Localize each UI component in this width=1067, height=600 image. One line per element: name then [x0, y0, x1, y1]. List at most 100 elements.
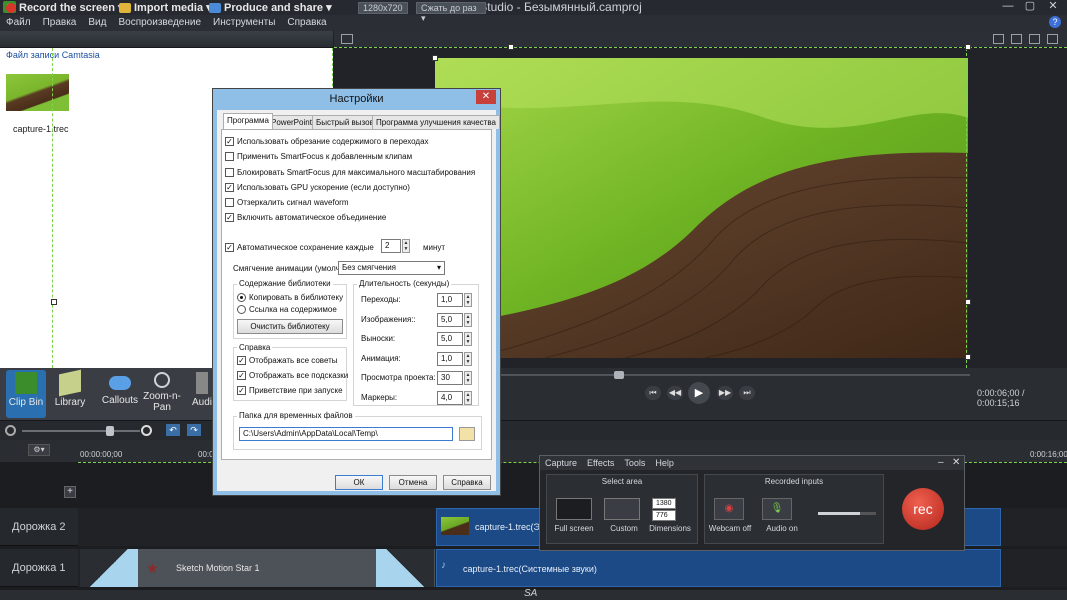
add-track-icon[interactable]: + — [64, 486, 76, 498]
recorder-menu-capture[interactable]: Capture — [540, 456, 582, 470]
checkbox-box[interactable]: ✓ — [225, 243, 234, 253]
resize-handle[interactable] — [51, 299, 57, 305]
duration-input[interactable]: 5,0 — [437, 312, 463, 327]
import-media-button[interactable]: Import media ▾ — [119, 2, 212, 15]
checkbox-show-hints[interactable]: ✓ Отображать все подсказки — [237, 370, 348, 381]
menu-help[interactable]: Справка — [281, 15, 332, 31]
pan-icon[interactable] — [1029, 34, 1040, 44]
tab-audio[interactable]: Audio — [192, 370, 212, 418]
duration-input[interactable]: 5,0 — [437, 332, 463, 346]
menu-view[interactable]: Вид — [82, 15, 112, 31]
help-question-icon[interactable]: ? — [1049, 16, 1061, 28]
duration-spinner[interactable]: ▲ ▼ — [464, 312, 472, 327]
record-button[interactable]: rec — [902, 488, 944, 530]
tab-improvement-program[interactable]: Программа улучшения качества — [372, 115, 500, 129]
next-clip-icon[interactable]: ⏭ — [739, 386, 755, 400]
tab-shortcuts[interactable]: Быстрый вызов — [312, 115, 378, 129]
duration-input[interactable]: 30 — [437, 371, 463, 385]
checkbox-box[interactable] — [225, 152, 234, 162]
checkbox-smartfocus-lock[interactable]: Блокировать SmartFocus для максимального… — [225, 167, 475, 178]
checkbox-gpu[interactable]: ✓ Использовать GPU ускорение (если доступ… — [225, 182, 410, 193]
checkbox-box[interactable]: ✓ — [225, 137, 234, 147]
duration-input[interactable]: 4,0 — [437, 390, 463, 405]
width-input[interactable]: 1380 — [652, 498, 676, 509]
checkbox-box[interactable]: ✓ — [237, 371, 246, 381]
tab-callouts[interactable]: Callouts — [100, 370, 140, 418]
duration-spinner[interactable]: ▲ ▼ — [464, 332, 472, 346]
menu-tools[interactable]: Инструменты — [207, 15, 281, 31]
zoom-slider-thumb[interactable] — [106, 426, 114, 436]
radio-button[interactable] — [237, 305, 246, 315]
zoom-fit-dropdown[interactable]: Сжать до раз ▾ — [416, 2, 486, 23]
scrub-handle[interactable] — [614, 371, 624, 379]
radio-link-content[interactable]: Ссылка на содержимое — [237, 304, 337, 315]
checkbox-box[interactable] — [225, 198, 234, 208]
duration-input[interactable]: 1,0 — [437, 293, 463, 307]
checkbox-autosave[interactable]: ✓ Автоматическое сохранение каждые — [225, 242, 374, 253]
radio-button[interactable] — [237, 293, 246, 303]
menu-edit[interactable]: Правка — [37, 15, 83, 31]
timeline-settings-gear-icon[interactable]: ⚙▾ — [28, 444, 50, 456]
radio-copy-to-library[interactable]: Копировать в библиотеку — [237, 292, 343, 303]
custom-area-icon[interactable] — [604, 498, 640, 520]
produce-share-button[interactable]: Produce and share ▾ — [209, 2, 332, 15]
microphone-icon[interactable]: 🎙 — [762, 498, 792, 520]
duration-spinner[interactable]: ▲ ▼ — [464, 293, 472, 307]
tab-clip-bin[interactable]: Clip Bin — [6, 370, 46, 418]
record-screen-button[interactable]: Record the screen ▾ — [6, 2, 124, 15]
checkbox-auto-join[interactable]: ✓ Включить автоматическое объединение — [225, 212, 386, 223]
duration-spinner[interactable]: ▲ ▼ — [464, 351, 472, 366]
resize-handle[interactable] — [965, 354, 971, 360]
cancel-button[interactable]: Отмена — [389, 475, 437, 490]
previous-clip-icon[interactable]: ⏮ — [645, 386, 661, 400]
recorder-menu-tools[interactable]: Tools — [619, 456, 650, 470]
track-1-audio-clip[interactable]: ♪ capture-1.trec(Системные звуки) — [436, 549, 1001, 587]
webcam-icon[interactable]: ◉ — [714, 498, 744, 520]
autosave-minutes-input[interactable]: 2 — [381, 239, 401, 253]
minimize-button[interactable]: — — [997, 0, 1019, 14]
fullscreen-icon[interactable] — [1047, 34, 1058, 44]
checkbox-box[interactable]: ✓ — [225, 213, 234, 223]
step-back-icon[interactable]: ◀◀ — [667, 386, 683, 400]
checkbox-box[interactable]: ✓ — [237, 356, 246, 366]
clip-thumbnail[interactable] — [6, 74, 69, 111]
zoom-out-icon[interactable] — [5, 425, 16, 436]
redo-icon[interactable]: ↷ — [187, 424, 201, 436]
tab-powerpoint[interactable]: PowerPoint — [267, 115, 316, 129]
tab-library[interactable]: Library — [50, 369, 90, 418]
zoom-slider-track[interactable] — [22, 430, 140, 432]
resize-handle[interactable] — [965, 44, 971, 50]
autosave-spinner[interactable]: ▲ ▼ — [402, 239, 410, 253]
checkbox-show-tips[interactable]: ✓ Отображать все советы — [237, 355, 338, 366]
checkbox-box[interactable] — [225, 168, 234, 178]
undo-icon[interactable]: ↶ — [166, 424, 180, 436]
recorder-minimize-button[interactable]: – — [938, 457, 944, 468]
track-1-clip-left[interactable]: ★ Sketch Motion Star 1 — [80, 549, 435, 587]
temp-folder-input[interactable]: C:\Users\Admin\AppData\Local\Temp\ — [239, 427, 453, 441]
zoom-in-icon[interactable] — [141, 425, 152, 436]
scrub-track[interactable] — [500, 374, 970, 376]
track-2-label[interactable]: Дорожка 2 — [0, 508, 78, 546]
checkbox-content-trim[interactable]: ✓ Использовать обрезание содержимого в пе… — [225, 136, 429, 147]
step-forward-icon[interactable]: ▶▶ — [717, 386, 733, 400]
checkbox-smartfocus-apply[interactable]: Применить SmartFocus к добавленным клипа… — [225, 151, 412, 162]
detach-icon[interactable] — [993, 34, 1004, 44]
duration-input[interactable]: 1,0 — [437, 351, 463, 366]
browse-folder-icon[interactable] — [459, 427, 475, 441]
play-icon[interactable]: ▶ — [688, 382, 710, 404]
duration-spinner[interactable]: ▲ ▼ — [464, 371, 472, 385]
recorder-close-button[interactable]: ✕ — [952, 457, 960, 468]
resize-handle[interactable] — [432, 55, 438, 61]
resize-handle[interactable] — [965, 299, 971, 305]
resize-handle[interactable] — [508, 44, 514, 50]
menu-file[interactable]: Файл — [0, 15, 37, 31]
crop-icon[interactable] — [1011, 34, 1022, 44]
help-button[interactable]: Справка — [443, 475, 491, 490]
checkbox-waveform[interactable]: Отзеркалить сигнал waveform — [225, 197, 349, 208]
resolution-dropdown[interactable]: 1280x720 — [358, 2, 408, 14]
close-window-button[interactable]: ✕ — [1042, 0, 1064, 14]
ok-button[interactable]: ОК — [335, 475, 383, 490]
recorder-menu-help[interactable]: Help — [650, 456, 679, 470]
checkbox-box[interactable]: ✓ — [225, 183, 234, 193]
menu-playback[interactable]: Воспроизведение — [112, 15, 207, 31]
